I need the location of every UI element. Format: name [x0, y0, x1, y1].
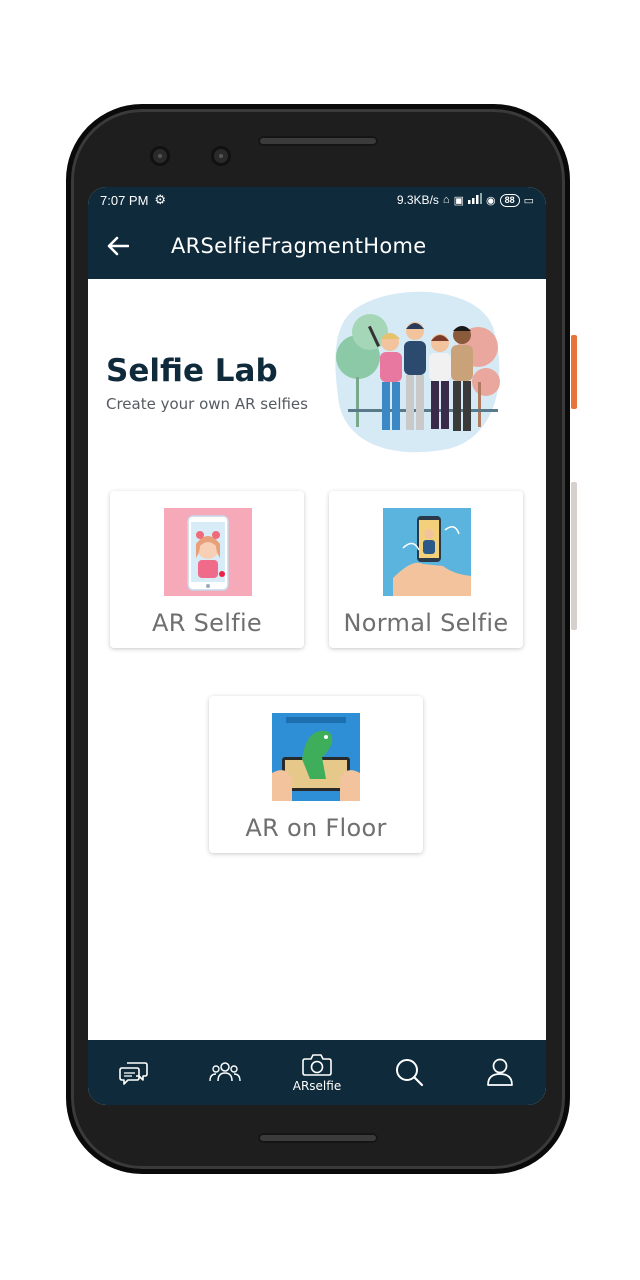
group-icon [209, 1061, 242, 1081]
bottom-speaker [258, 1133, 378, 1143]
battery-badge: 88 [499, 193, 520, 207]
normal-selfie-thumbnail [383, 508, 471, 596]
chat-icon [118, 1061, 148, 1085]
nav-chat[interactable] [88, 1059, 180, 1087]
ar-selfie-label: AR Selfie [152, 609, 262, 637]
status-time: 7:07 PM [100, 192, 149, 208]
nav-groups[interactable] [180, 1061, 272, 1085]
ar-selfie-card[interactable]: AR Selfie [110, 491, 304, 648]
search-icon [395, 1058, 423, 1086]
wifi-icon: ◉ [485, 194, 496, 207]
bottom-navigation: ARselfie [88, 1040, 546, 1105]
nav-arselfie[interactable]: ARselfie [271, 1053, 363, 1093]
hero-subtitle: Create your own AR selfies [106, 395, 308, 413]
battery-icon: ▭ [523, 194, 534, 207]
nav-profile[interactable] [454, 1057, 546, 1089]
hero-title: Selfie Lab [106, 353, 278, 389]
volume-button [571, 482, 577, 630]
back-arrow-icon[interactable] [88, 213, 148, 279]
app-screen: 7:07 PM ⚙ 9.3KB/s ⌂ ▣ ◉ 88 ▭ ARSelfieFra… [88, 187, 546, 1105]
ar-on-floor-label: AR on Floor [245, 814, 387, 842]
top-speaker [258, 136, 378, 146]
friends-selfie-illustration [335, 291, 500, 453]
gear-icon: ⚙ [154, 192, 167, 208]
ar-on-floor-card[interactable]: AR on Floor [209, 696, 423, 853]
profile-icon [487, 1058, 514, 1086]
normal-selfie-label: Normal Selfie [343, 609, 509, 637]
ar-floor-thumbnail [272, 713, 360, 801]
status-right-icons: 9.3KB/s ⌂ ▣ ◉ 88 ▭ [397, 193, 534, 207]
status-bar: 7:07 PM ⚙ 9.3KB/s ⌂ ▣ ◉ 88 ▭ [88, 187, 546, 213]
signal-icon [467, 193, 482, 207]
power-button [571, 335, 577, 409]
ar-selfie-thumbnail [164, 508, 252, 596]
camera-icon [302, 1053, 332, 1076]
app-bar: ARSelfieFragmentHome [88, 213, 546, 279]
normal-selfie-card[interactable]: Normal Selfie [329, 491, 523, 648]
page-title: ARSelfieFragmentHome [171, 234, 427, 258]
front-camera-icon [150, 146, 170, 166]
nav-arselfie-label: ARselfie [292, 1078, 342, 1093]
volte-icon: ▣ [453, 194, 464, 207]
hotspot-icon: ⌂ [442, 194, 450, 206]
network-speed: 9.3KB/s [396, 193, 439, 207]
front-sensor-icon [211, 146, 231, 166]
nav-search[interactable] [363, 1057, 455, 1089]
